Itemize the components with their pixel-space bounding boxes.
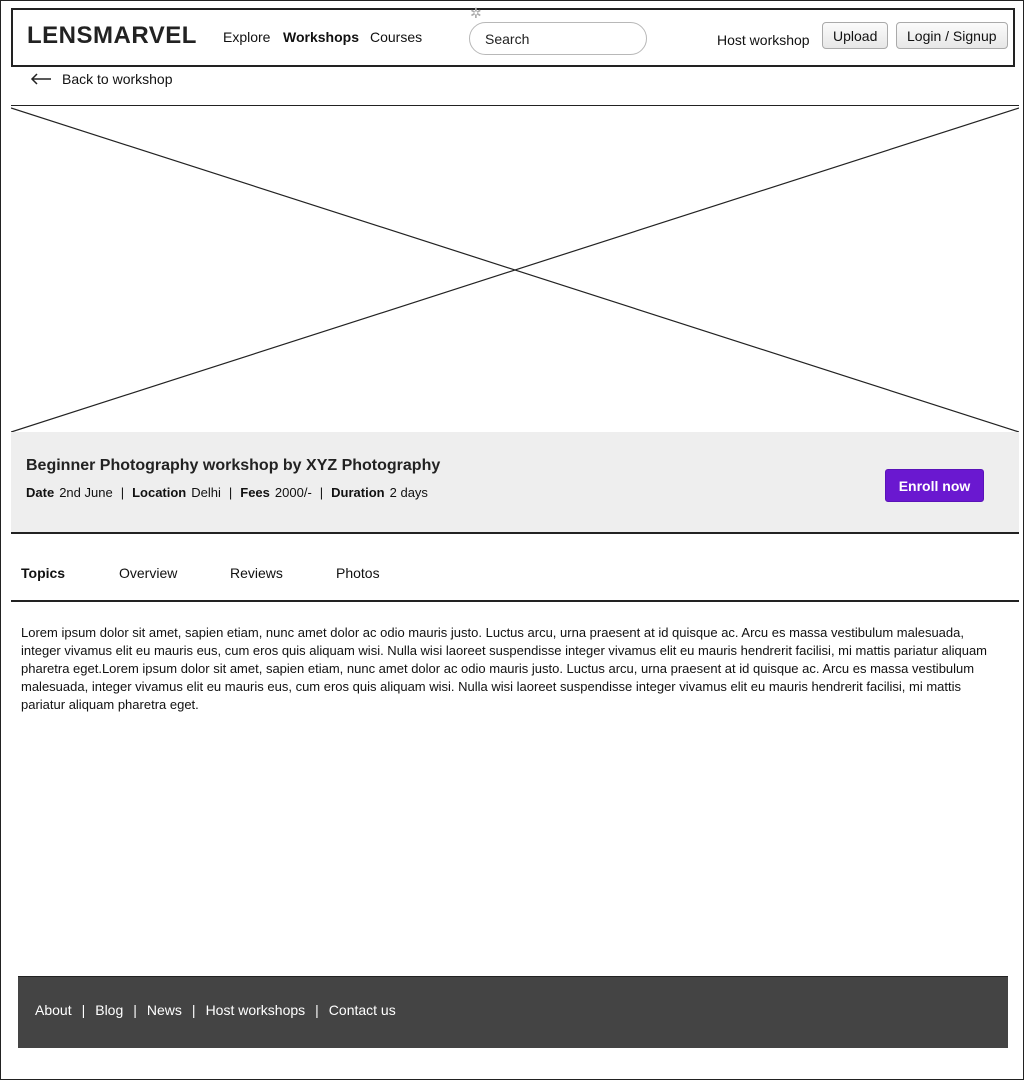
duration-label: Duration bbox=[331, 485, 385, 500]
site-logo[interactable]: LENSMARVEL bbox=[27, 22, 197, 50]
date-label: Date bbox=[26, 485, 55, 500]
back-link-label: Back to workshop bbox=[62, 71, 173, 87]
workshop-title: Beginner Photography workshop by XYZ Pho… bbox=[26, 457, 441, 474]
footer-links: About | Blog | News | Host workshops | Contact u… bbox=[35, 1002, 396, 1018]
workshop-info-band: Beginner Photography workshop by XYZ Pho… bbox=[11, 432, 1019, 534]
meta-separator: | bbox=[120, 485, 125, 500]
footer: About | Blog | News | Host workshops | Contact u… bbox=[18, 976, 1008, 1048]
login-signup-button[interactable]: Login / Signup bbox=[896, 22, 1008, 49]
fees-value: 2000/- bbox=[274, 485, 312, 500]
location-label: Location bbox=[132, 485, 187, 500]
upload-button[interactable]: Upload bbox=[822, 22, 889, 49]
image-placeholder-icon bbox=[11, 107, 1019, 433]
tab-topics[interactable]: Topics bbox=[21, 565, 65, 581]
search-input[interactable] bbox=[483, 30, 637, 48]
workshop-tabs: Topics Overview Reviews Photos bbox=[11, 534, 1019, 602]
location-value: Delhi bbox=[191, 485, 221, 500]
footer-link-news[interactable]: News bbox=[147, 1002, 182, 1018]
loading-spinner-icon: ✲ bbox=[470, 5, 482, 21]
back-to-workshop-link[interactable]: Back to workshop bbox=[30, 69, 173, 89]
footer-separator: | bbox=[133, 1002, 137, 1018]
nav-workshops[interactable]: Workshops bbox=[283, 29, 359, 45]
fees-label: Fees bbox=[240, 485, 270, 500]
tab-reviews[interactable]: Reviews bbox=[230, 565, 283, 581]
search-box[interactable] bbox=[469, 22, 647, 55]
host-workshop-link[interactable]: Host workshop bbox=[717, 32, 810, 48]
footer-separator: | bbox=[315, 1002, 319, 1018]
nav-explore[interactable]: Explore bbox=[223, 29, 270, 45]
enroll-now-button[interactable]: Enroll now bbox=[885, 469, 984, 502]
duration-value: 2 days bbox=[389, 485, 428, 500]
workshop-meta: Date 2nd June | Location Delhi | Fees 2000/- | Du… bbox=[26, 485, 428, 500]
tab-content-text: Lorem ipsum dolor sit amet, sapien etiam… bbox=[21, 625, 987, 712]
footer-link-blog[interactable]: Blog bbox=[95, 1002, 123, 1018]
footer-link-contact-us[interactable]: Contact us bbox=[329, 1002, 396, 1018]
arrow-left-icon bbox=[30, 73, 51, 85]
meta-separator: | bbox=[228, 485, 233, 500]
footer-link-about[interactable]: About bbox=[35, 1002, 72, 1018]
tab-overview[interactable]: Overview bbox=[119, 565, 177, 581]
footer-link-host-workshops[interactable]: Host workshops bbox=[206, 1002, 306, 1018]
tab-photos[interactable]: Photos bbox=[336, 565, 380, 581]
footer-separator: | bbox=[81, 1002, 86, 1018]
nav-courses[interactable]: Courses bbox=[370, 29, 422, 45]
footer-separator: | bbox=[191, 1002, 196, 1018]
meta-separator: | bbox=[319, 485, 324, 500]
date-value: 2nd June bbox=[59, 485, 113, 500]
workshop-image-placeholder bbox=[11, 105, 1019, 433]
top-navbar: LENSMARVEL Explore Workshops Courses ✲ H… bbox=[11, 5, 1015, 67]
